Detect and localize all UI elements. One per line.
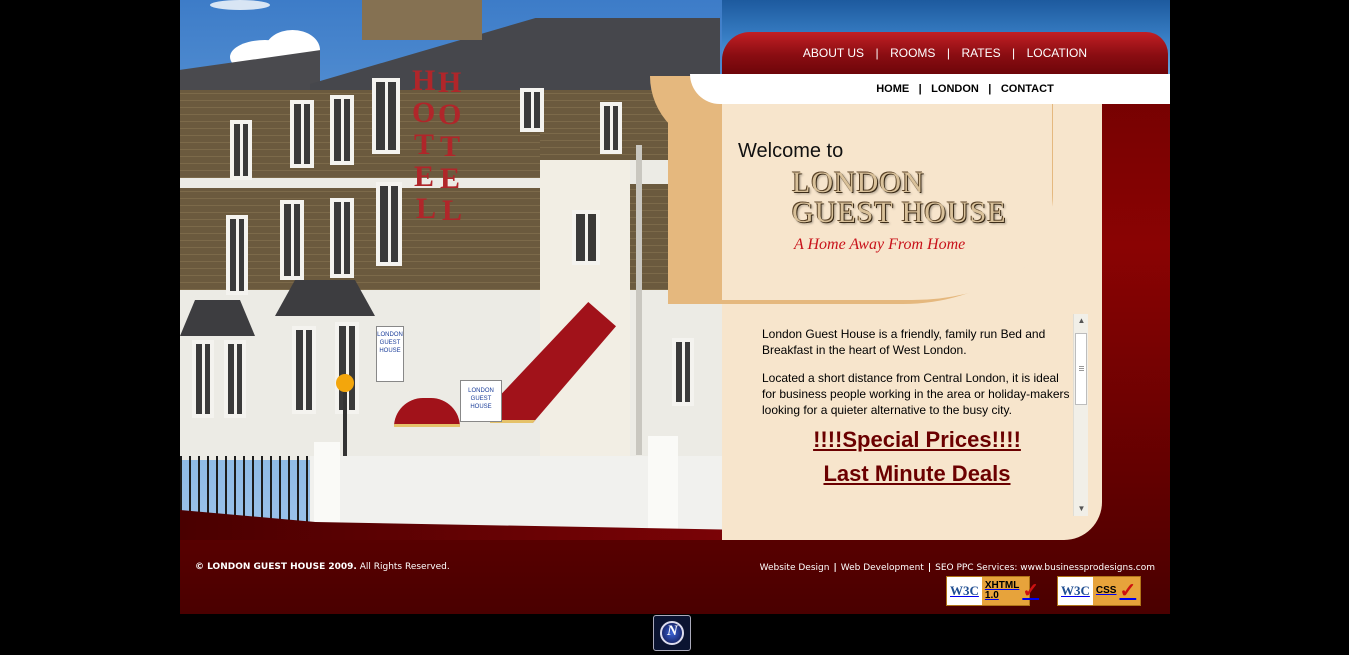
nav-rates[interactable]: RATES bbox=[954, 46, 1007, 60]
copyright-rights: All Rights Reserved. bbox=[356, 562, 450, 572]
nav-separator: | bbox=[988, 83, 992, 95]
window bbox=[280, 200, 304, 280]
footer-credits: Website Design | Web Development | SEO PPC S… bbox=[760, 563, 1155, 573]
hotel-sign-letter: O bbox=[412, 96, 436, 129]
guesthouse-sign: LONDON GUEST HOUSE bbox=[376, 326, 404, 382]
guesthouse-sign: LONDON GUEST HOUSE bbox=[460, 380, 502, 422]
sign-text: HOUSE bbox=[470, 404, 492, 410]
brand-title-line1: LONDON bbox=[792, 166, 925, 199]
sign-text: LONDON bbox=[468, 388, 494, 394]
chimney bbox=[362, 0, 482, 40]
hotel-sign-letter: T bbox=[440, 130, 461, 163]
badge-label: XHTML 1.0 bbox=[982, 581, 1022, 601]
window bbox=[672, 338, 694, 406]
site-container: H O T E L H O T E L LONDON GUEST HOUSE L… bbox=[180, 0, 1170, 614]
credit-separator: | bbox=[833, 563, 837, 573]
lamp bbox=[336, 374, 354, 392]
window bbox=[335, 322, 359, 414]
cloud bbox=[210, 0, 270, 10]
copyright: © LONDON GUEST HOUSE 2009. All Rights Re… bbox=[195, 562, 450, 572]
nav-separator: | bbox=[918, 83, 922, 95]
window bbox=[372, 78, 400, 154]
check-icon: ✓ bbox=[1022, 580, 1040, 602]
window bbox=[330, 95, 354, 165]
check-icon: ✓ bbox=[1119, 580, 1137, 602]
scrollbar-thumb[interactable] bbox=[1075, 333, 1087, 405]
w3c-logo: W3C bbox=[947, 577, 982, 605]
window bbox=[376, 182, 402, 266]
scroll-down-arrow-icon[interactable]: ▼ bbox=[1074, 502, 1088, 516]
window bbox=[572, 210, 600, 265]
sign-text: GUEST bbox=[379, 340, 401, 346]
nav-contact[interactable]: CONTACT bbox=[996, 83, 1059, 95]
website-design-link[interactable]: Website Design bbox=[760, 563, 830, 573]
nav-separator: | bbox=[946, 46, 950, 60]
badge-label: CSS bbox=[1095, 585, 1117, 596]
sign-text: GUEST bbox=[470, 396, 492, 402]
nav-location[interactable]: LOCATION bbox=[1020, 46, 1094, 60]
scroll-up-arrow-icon[interactable]: ▲ bbox=[1074, 314, 1088, 328]
nav-london[interactable]: LONDON bbox=[926, 83, 984, 95]
window bbox=[192, 340, 214, 418]
window bbox=[330, 198, 354, 278]
hotel-sign-letter: L bbox=[416, 192, 437, 225]
credit-separator: | bbox=[927, 563, 932, 573]
window bbox=[226, 215, 248, 295]
window bbox=[520, 88, 544, 132]
hotel-sign-letter: H bbox=[438, 66, 462, 99]
w3c-css-badge[interactable]: W3C CSS ✓ bbox=[1057, 576, 1141, 606]
hotel-sign-letter: T bbox=[414, 128, 435, 161]
badge-label-line2: 1.0 bbox=[984, 590, 999, 601]
hotel-sign-letter: E bbox=[414, 160, 435, 193]
last-minute-deals-link[interactable]: Last Minute Deals bbox=[762, 463, 1072, 485]
hotel-sign-letter: L bbox=[442, 194, 463, 227]
primary-nav: ABOUT US | ROOMS | RATES | LOCATION bbox=[722, 32, 1168, 74]
window bbox=[292, 326, 316, 414]
hotel-sign-letter: O bbox=[438, 98, 462, 131]
copyright-owner: © LONDON GUEST HOUSE 2009. bbox=[195, 562, 357, 572]
special-prices-link[interactable]: !!!!Special Prices!!!! bbox=[762, 429, 1072, 451]
hotel-sign-letter: H bbox=[412, 64, 436, 97]
content-scroll-area[interactable]: London Guest House is a friendly, family… bbox=[756, 314, 1088, 516]
hotel-sign-letter: E bbox=[440, 162, 461, 195]
grip-icon bbox=[1079, 366, 1084, 367]
nav-separator: | bbox=[875, 46, 879, 60]
hotel-photo: H O T E L H O T E L LONDON GUEST HOUSE L… bbox=[180, 0, 722, 540]
secondary-nav: HOME | LONDON | CONTACT bbox=[690, 74, 1170, 104]
window bbox=[290, 100, 314, 168]
content-body: London Guest House is a friendly, family… bbox=[762, 326, 1072, 500]
w3c-xhtml-badge[interactable]: W3C XHTML 1.0 ✓ bbox=[946, 576, 1039, 606]
nav-separator: | bbox=[1012, 46, 1016, 60]
nav-home[interactable]: HOME bbox=[871, 83, 914, 95]
downpipe bbox=[636, 145, 642, 455]
seo-services-link[interactable]: SEO PPC Services: www.businessprodesigns… bbox=[935, 563, 1155, 573]
brand-title-line2: GUEST HOUSE bbox=[792, 196, 1007, 229]
location-paragraph: Located a short distance from Central Lo… bbox=[762, 371, 1070, 417]
window bbox=[230, 120, 252, 180]
w3c-logo: W3C bbox=[1058, 577, 1093, 605]
window bbox=[224, 340, 246, 418]
gate-pillar bbox=[648, 436, 678, 540]
web-development-link[interactable]: Web Development bbox=[841, 563, 924, 573]
sign-text: LONDON bbox=[377, 332, 403, 338]
n-logo-icon[interactable]: N bbox=[653, 615, 691, 651]
window bbox=[600, 102, 622, 154]
welcome-text: Welcome to bbox=[738, 140, 844, 162]
nav-about-us[interactable]: ABOUT US bbox=[796, 46, 871, 60]
vertical-scrollbar[interactable]: ▲ ▼ bbox=[1073, 314, 1088, 516]
nav-rooms[interactable]: ROOMS bbox=[883, 46, 942, 60]
sign-text: HOUSE bbox=[379, 348, 401, 354]
tagline: A Home Away From Home bbox=[794, 236, 966, 253]
intro-paragraph: London Guest House is a friendly, family… bbox=[762, 327, 1046, 357]
n-letter: N bbox=[667, 623, 678, 639]
